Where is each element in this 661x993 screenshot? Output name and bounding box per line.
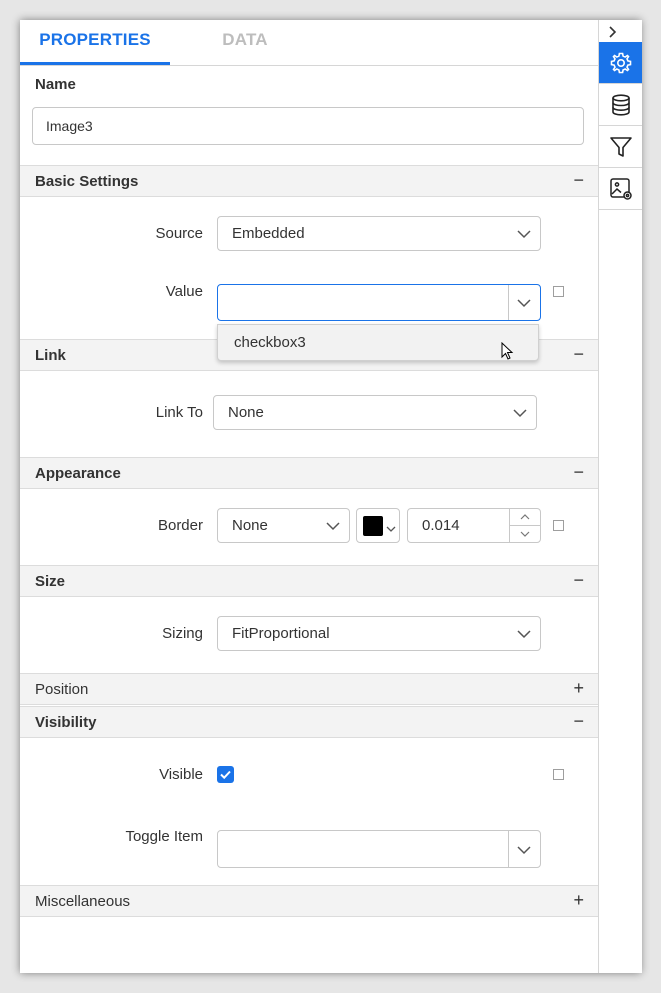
- sizing-label: Sizing: [162, 625, 203, 642]
- border-width-value: 0.014: [422, 517, 460, 534]
- section-position[interactable]: Position +: [20, 673, 598, 705]
- spinner-buttons: [509, 509, 540, 542]
- tab-bar: PROPERTIES DATA: [20, 20, 598, 66]
- visible-expression-checkbox[interactable]: [553, 769, 564, 780]
- border-color-picker[interactable]: [356, 508, 400, 543]
- expand-icon[interactable]: +: [573, 889, 584, 911]
- divider: [508, 285, 509, 320]
- border-expression-checkbox[interactable]: [553, 520, 564, 531]
- sizing-value: FitProportional: [232, 625, 330, 642]
- section-title: Position: [35, 681, 89, 698]
- section-title: Basic Settings: [35, 173, 139, 190]
- gear-icon: [610, 52, 632, 74]
- section-miscellaneous[interactable]: Miscellaneous +: [20, 885, 598, 917]
- mouse-cursor-icon: [501, 341, 515, 362]
- section-title: Appearance: [35, 465, 121, 482]
- chevron-down-icon: [386, 521, 396, 539]
- database-icon: [612, 94, 630, 116]
- collapse-icon[interactable]: −: [573, 569, 584, 591]
- chevron-down-icon: [325, 518, 341, 534]
- visible-label: Visible: [159, 766, 203, 783]
- properties-panel: PROPERTIES DATA Name Image3 Basic Settin…: [20, 20, 642, 973]
- increment-button[interactable]: [510, 509, 540, 526]
- source-value: Embedded: [232, 225, 305, 242]
- link-to-dropdown[interactable]: None: [213, 395, 537, 430]
- name-label: Name: [35, 76, 76, 93]
- filter-icon: [610, 137, 632, 157]
- chevron-down-icon: [516, 226, 532, 242]
- section-size[interactable]: Size −: [20, 565, 598, 597]
- chevron-down-icon: [512, 405, 528, 421]
- color-swatch: [363, 516, 383, 536]
- filter-toolbar-button[interactable]: [599, 126, 642, 168]
- border-label: Border: [157, 517, 203, 534]
- name-input[interactable]: Image3: [32, 107, 584, 145]
- tab-data[interactable]: DATA: [190, 20, 300, 65]
- collapse-icon[interactable]: −: [573, 710, 584, 732]
- section-title: Link: [35, 347, 66, 364]
- properties-main: PROPERTIES DATA Name Image3 Basic Settin…: [20, 20, 598, 973]
- source-dropdown[interactable]: Embedded: [217, 216, 541, 251]
- value-dropdown[interactable]: [217, 284, 541, 321]
- border-style-dropdown[interactable]: None: [217, 508, 350, 543]
- collapse-icon[interactable]: −: [573, 343, 584, 365]
- chevron-right-icon[interactable]: [599, 20, 642, 42]
- properties-toolbar-button[interactable]: [599, 42, 642, 84]
- collapse-icon[interactable]: −: [573, 169, 584, 191]
- tab-properties[interactable]: PROPERTIES: [20, 20, 170, 65]
- right-toolbar: [598, 20, 642, 973]
- value-dropdown-popup: checkbox3: [217, 324, 539, 361]
- visible-checkbox[interactable]: [217, 766, 234, 783]
- section-title: Visibility: [35, 714, 97, 731]
- chevron-down-icon[interactable]: [516, 842, 532, 858]
- section-visibility[interactable]: Visibility −: [20, 706, 598, 738]
- section-basic-settings[interactable]: Basic Settings −: [20, 165, 598, 197]
- link-to-label: Link To: [155, 404, 203, 421]
- chevron-down-icon: [516, 626, 532, 642]
- dropdown-option[interactable]: checkbox3: [234, 325, 306, 361]
- source-label: Source: [155, 225, 203, 242]
- section-appearance[interactable]: Appearance −: [20, 457, 598, 489]
- chevron-down-icon[interactable]: [516, 295, 532, 311]
- value-label: Value: [165, 283, 203, 300]
- section-title: Size: [35, 573, 66, 590]
- collapse-icon[interactable]: −: [573, 461, 584, 483]
- sizing-dropdown[interactable]: FitProportional: [217, 616, 541, 651]
- link-to-value: None: [228, 404, 264, 421]
- expand-icon[interactable]: +: [573, 677, 584, 699]
- image-properties-toolbar-button[interactable]: [599, 168, 642, 210]
- image-settings-icon: [610, 178, 632, 200]
- value-expression-checkbox[interactable]: [553, 286, 564, 297]
- border-style-value: None: [232, 517, 268, 534]
- decrement-button[interactable]: [510, 526, 540, 542]
- divider: [508, 831, 509, 867]
- border-width-input[interactable]: 0.014: [407, 508, 541, 543]
- toggle-item-dropdown[interactable]: [217, 830, 541, 868]
- data-toolbar-button[interactable]: [599, 84, 642, 126]
- section-title: Miscellaneous: [35, 893, 131, 910]
- toggle-item-label: Toggle Item: [125, 828, 203, 845]
